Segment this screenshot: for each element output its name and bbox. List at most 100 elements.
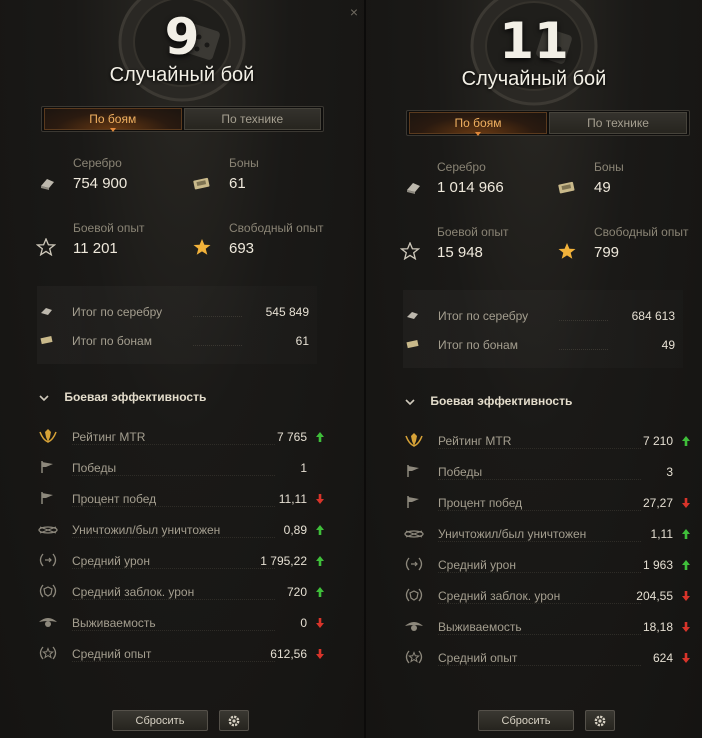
total-silver-value: 684 613	[631, 309, 675, 323]
gear-icon	[228, 715, 240, 726]
tab-by-vehicles[interactable]: По технике	[549, 112, 687, 134]
bonds-stat: Боны 49	[594, 160, 624, 196]
footer: Сбросить	[366, 710, 702, 736]
combat-xp-value: 15 948	[437, 244, 483, 261]
trend-down-arrow-icon	[315, 647, 325, 659]
efficiency-value: 1 963	[642, 558, 673, 572]
flag-icon	[403, 463, 425, 479]
dotted-leader	[193, 316, 242, 317]
trend-down-arrow-icon	[681, 589, 691, 601]
star-outline-icon	[400, 242, 420, 260]
efficiency-row: Выживаемость 0	[37, 608, 324, 636]
efficiency-value: 612,56	[270, 647, 307, 661]
efficiency-label: Средний опыт	[438, 651, 518, 665]
chevron-down-icon[interactable]	[39, 392, 61, 404]
efficiency-row: Уничтожил/был уничтожен 0,89	[37, 515, 324, 543]
chevron-down-icon[interactable]	[405, 396, 427, 408]
star-filled-icon	[558, 243, 576, 259]
view-tabs: По боям По технике	[406, 110, 690, 136]
settings-button[interactable]	[585, 710, 615, 731]
dotted-leader	[438, 603, 641, 604]
totals-box: Итог по серебру 545 849 Итог по бонам 61	[37, 286, 317, 364]
efficiency-value: 7 210	[642, 434, 673, 448]
efficiency-value: 3	[666, 465, 673, 479]
efficiency-label: Победы	[438, 465, 483, 479]
silver-value: 754 900	[73, 175, 128, 192]
silver-icon	[407, 312, 418, 319]
session-stats-panel-right: 11 Случайный бой По боям По технике Сере…	[364, 0, 702, 738]
survival-icon	[403, 618, 425, 634]
tab-by-vehicles[interactable]: По технике	[183, 108, 321, 130]
efficiency-label: Средний урон	[72, 554, 150, 568]
bonds-stat: Боны 61	[229, 156, 259, 192]
efficiency-title: Боевая эффективность	[430, 394, 573, 408]
free-xp-stat: Свободный опыт 693	[229, 221, 323, 257]
view-tabs: По боям По технике	[41, 106, 324, 132]
efficiency-value: 1,11	[650, 527, 673, 541]
bonds-label: Боны	[229, 156, 259, 170]
blocked-damage-icon	[403, 587, 425, 603]
efficiency-value: 0	[300, 616, 307, 630]
silver-icon	[41, 308, 52, 315]
efficiency-section-header: Боевая эффективность	[39, 390, 206, 404]
efficiency-row: Средний урон 1 795,22	[37, 546, 324, 574]
silver-stat: Серебро 754 900	[73, 156, 127, 192]
efficiency-label: Процент побед	[438, 496, 523, 510]
trend-down-arrow-icon	[681, 620, 691, 632]
total-bonds-value: 49	[661, 338, 675, 352]
efficiency-value: 0,89	[283, 523, 307, 537]
flag-icon	[37, 459, 59, 475]
dotted-leader	[72, 444, 275, 445]
efficiency-row: Победы 1	[37, 453, 317, 481]
tab-by-battles[interactable]: По боям	[409, 112, 547, 136]
efficiency-value: 18,18	[642, 620, 673, 634]
efficiency-section-header: Боевая эффективность	[405, 394, 572, 408]
session-stats-panel-left: 9 Случайный бой × По боям По технике Сер…	[0, 0, 364, 738]
dotted-leader	[72, 630, 275, 631]
efficiency-row: Процент побед 27,27	[403, 488, 690, 516]
reset-button[interactable]: Сбросить	[478, 710, 574, 731]
star-filled-icon	[193, 239, 211, 255]
footer: Сбросить	[0, 710, 364, 732]
total-bonds-label: Итог по бонам	[72, 334, 152, 348]
dotted-leader	[72, 537, 275, 538]
dotted-leader	[72, 506, 275, 507]
efficiency-value: 624	[652, 651, 673, 665]
bonds-label: Боны	[594, 160, 624, 174]
close-icon[interactable]: ×	[350, 4, 358, 20]
destroyed-ratio-icon	[403, 525, 425, 541]
bonds-icon	[558, 181, 575, 194]
silver-label: Серебро	[73, 156, 122, 170]
blocked-damage-icon	[37, 583, 59, 599]
mtr-rating-icon	[37, 428, 59, 444]
gear-icon	[594, 715, 606, 726]
dotted-leader	[559, 349, 608, 350]
efficiency-label: Средний урон	[438, 558, 516, 572]
efficiency-label: Выживаемость	[438, 620, 522, 634]
reset-button[interactable]: Сбросить	[112, 710, 208, 731]
dotted-leader	[438, 634, 641, 635]
dotted-leader	[559, 320, 608, 321]
survival-icon	[37, 614, 59, 630]
total-bonds-row: Итог по бонам 61	[37, 331, 317, 351]
trend-up-arrow-icon	[681, 527, 691, 539]
dotted-leader	[438, 572, 641, 573]
free-xp-label: Свободный опыт	[594, 225, 689, 239]
dotted-leader	[438, 541, 641, 542]
efficiency-row: Выживаемость 18,18	[403, 612, 690, 640]
combat-xp-value: 11 201	[73, 240, 118, 257]
flag-icon	[37, 490, 59, 506]
dotted-leader	[72, 475, 275, 476]
tab-by-battles[interactable]: По боям	[44, 108, 182, 132]
silver-icon	[407, 183, 420, 194]
settings-button[interactable]	[219, 710, 249, 731]
silver-stat: Серебро 1 014 966	[437, 160, 504, 196]
efficiency-value: 720	[286, 585, 307, 599]
total-silver-label: Итог по серебру	[72, 305, 163, 319]
trend-down-arrow-icon	[315, 616, 325, 628]
efficiency-row: Средний заблок. урон 720	[37, 577, 324, 605]
dotted-leader	[72, 568, 275, 569]
avg-xp-icon	[37, 645, 59, 661]
efficiency-title: Боевая эффективность	[64, 390, 207, 404]
efficiency-row: Процент побед 11,11	[37, 484, 324, 512]
